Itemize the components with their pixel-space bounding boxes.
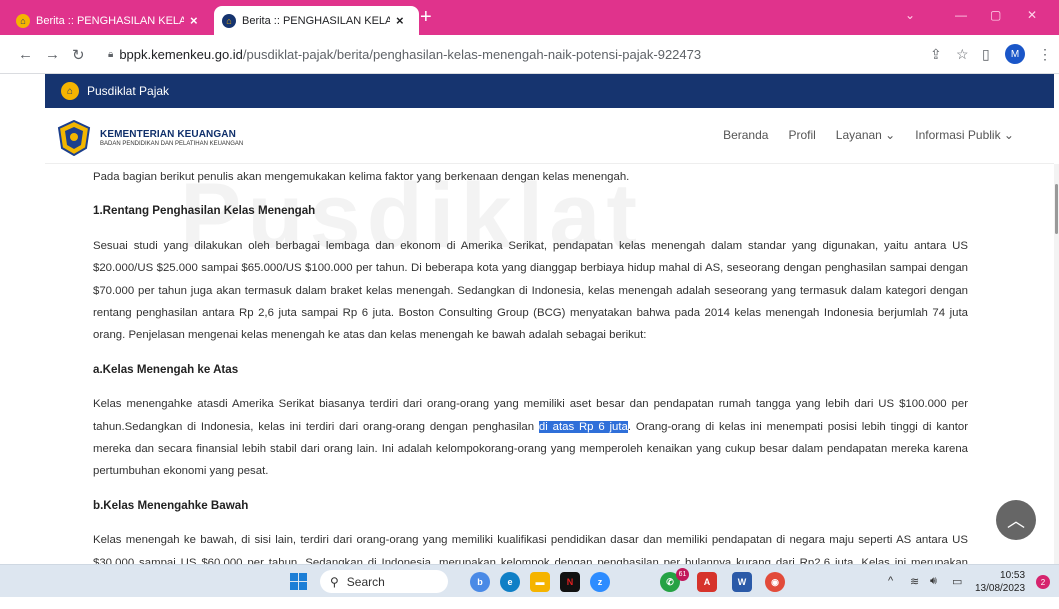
url-path: /pusdiklat-pajak/berita/penghasilan-kela… [242,47,702,62]
ministry-branding[interactable]: KEMENTERIAN KEUANGAN BADAN PENDIDIKAN DA… [100,129,243,147]
chevron-up-icon[interactable]: ^ [888,575,893,587]
reload-icon[interactable]: ↻ [72,46,85,64]
zoom-app-icon[interactable]: z [590,572,610,592]
netflix-app-icon[interactable]: N [560,572,580,592]
selected-text[interactable]: di atas Rp 6 juta [538,420,628,433]
site-header: KEMENTERIAN KEUANGAN BADAN PENDIDIKAN DA… [45,108,1054,164]
notification-center-badge[interactable]: 2 [1036,575,1050,589]
site-topbar-title[interactable]: Pusdiklat Pajak [87,84,169,98]
nav-profil[interactable]: Profil [788,128,815,142]
lock-icon: 🔒︎ [108,49,114,60]
scroll-to-top-button[interactable]: ︿ [996,500,1036,540]
scrollbar-thumb[interactable] [1055,184,1058,234]
notification-badge: 61 [676,568,689,581]
bookmark-star-icon[interactable]: ☆ [956,46,969,63]
chevron-up-icon: ︿ [1007,511,1025,531]
menu-kebab-icon[interactable]: ⋮ [1038,46,1052,63]
tab-title: Berita :: PENGHASILAN KELAS MI [36,14,184,27]
taskbar-search[interactable]: ⚲ Search [320,570,448,593]
nav-informasi-publik[interactable]: Informasi Publik ⌄ [915,128,1014,142]
browser-tabstrip: ⌂ Berita :: PENGHASILAN KELAS MI × ⌂ Ber… [0,0,1059,35]
forward-arrow-icon[interactable]: → [45,46,60,63]
bing-app-icon[interactable]: b [470,572,490,592]
wifi-icon[interactable]: ≋ [910,575,919,588]
taskbar-clock[interactable]: 10:53 13/08/2023 [975,569,1025,595]
search-icon: ⚲ [330,574,339,589]
article-body: Pada bagian berikut penulis akan mengemu… [93,166,968,609]
windows-start-icon[interactable] [290,573,307,590]
close-icon[interactable]: × [396,13,404,28]
clock-date: 13/08/2023 [975,583,1026,594]
chevron-down-icon[interactable]: ⌄ [905,8,915,22]
ministry-name: KEMENTERIAN KEUANGAN [100,129,236,140]
close-icon[interactable]: × [190,13,198,28]
profile-avatar[interactable]: M [1005,44,1025,64]
article-paragraph: Sesuai studi yang dilakukan oleh berbaga… [93,239,968,342]
battery-icon[interactable]: ▭ [952,575,962,588]
minimize-icon[interactable]: — [955,8,967,22]
new-tab-button[interactable]: + [420,5,432,29]
kemenkeu-logo-icon[interactable] [57,120,91,156]
site-nav: Beranda Profil Layanan ⌄ Informasi Publi… [723,128,1014,142]
site-favicon-icon: ⌂ [222,13,236,28]
section-heading: 1.Rentang Penghasilan Kelas Menengah [93,204,316,218]
nav-layanan[interactable]: Layanan ⌄ [836,128,895,142]
ministry-subtitle: BADAN PENDIDIKAN DAN PELATIHAN KEUANGAN [100,141,244,147]
browser-tab-2[interactable]: ⌂ Berita :: PENGHASILAN KELAS MI × [214,6,419,35]
side-panel-icon[interactable]: ▯ [982,46,990,63]
volume-icon[interactable]: 🔊︎ [930,575,937,588]
article-intro: Pada bagian berikut penulis akan mengemu… [93,171,630,183]
acrobat-app-icon[interactable]: A [697,572,717,592]
chrome-app-icon[interactable]: ◉ [765,572,785,592]
site-topbar: ⌂ Pusdiklat Pajak [45,74,1054,108]
article-paragraph: Kelas menengahke atasdi Amerika Serikat … [93,393,968,483]
search-label: Search [346,574,385,589]
browser-tab-1[interactable]: ⌂ Berita :: PENGHASILAN KELAS MI × [8,6,213,35]
url-domain: bppk.kemenkeu.go.id [119,47,243,62]
address-bar[interactable]: 🔒︎ bppk.kemenkeu.go.id/pusdiklat-pajak/b… [98,40,916,69]
site-favicon-icon: ⌂ [16,13,30,28]
home-icon[interactable]: ⌂ [61,82,79,100]
section-heading: a.Kelas Menengah ke Atas [93,362,239,376]
nav-beranda[interactable]: Beranda [723,128,768,142]
edge-app-icon[interactable]: e [500,572,520,592]
share-icon[interactable]: ⇪ [930,46,942,63]
tab-title: Berita :: PENGHASILAN KELAS MI [242,14,390,27]
section-heading: b.Kelas Menengahke Bawah [93,498,249,512]
windows-taskbar: ⚲ Search b e ▬ N z ✆ 61 A W ◉ ^ ≋ 🔊︎ ▭ 1… [0,564,1059,597]
word-app-icon[interactable]: W [732,572,752,592]
restore-icon[interactable]: ▢ [990,8,1001,22]
browser-toolbar: ← → ↻ 🔒︎ bppk.kemenkeu.go.id/pusdiklat-p… [0,35,1059,74]
clock-time: 10:53 [1000,570,1026,581]
back-arrow-icon[interactable]: ← [18,46,33,63]
close-window-icon[interactable]: ✕ [1027,8,1037,22]
file-explorer-icon[interactable]: ▬ [530,572,550,592]
